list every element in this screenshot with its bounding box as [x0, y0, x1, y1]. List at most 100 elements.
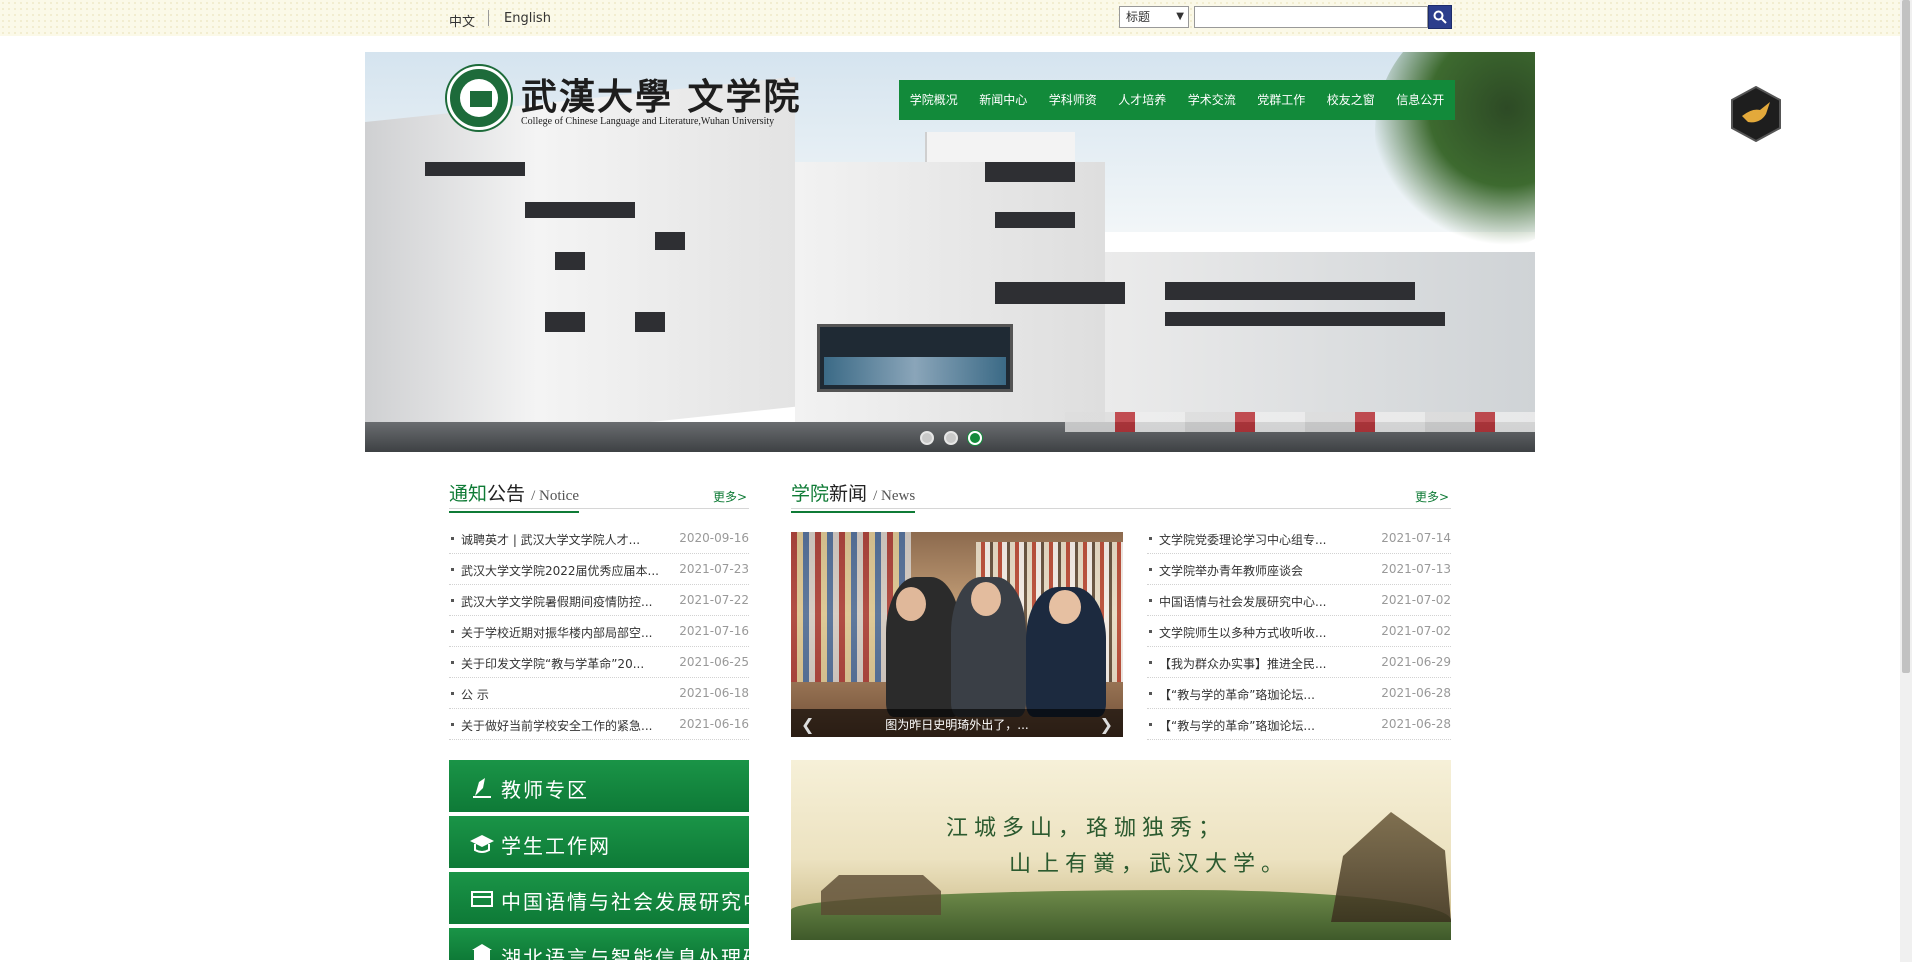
- news-more-link[interactable]: 更多>: [1415, 488, 1449, 505]
- nav-item-news-center[interactable]: 新闻中心: [969, 80, 1039, 120]
- nav-item-alumni[interactable]: 校友之窗: [1316, 80, 1386, 120]
- list-item-date: 2021-07-23: [679, 562, 749, 576]
- lang-english-link[interactable]: English: [504, 11, 551, 26]
- nav-item-party-work[interactable]: 党群工作: [1247, 80, 1317, 120]
- list-item-title[interactable]: 【“教与学的革命”珞珈论坛...: [1159, 717, 1315, 734]
- quicklink-label: 学生工作网: [501, 834, 611, 858]
- lang-divider: [488, 10, 489, 26]
- bullet-icon: [451, 537, 454, 540]
- list-item-title[interactable]: 武汉大学文学院暑假期间疫情防控...: [461, 593, 652, 610]
- list-item[interactable]: 关于印发文学院“教与学革命”20... 2021-06-25: [449, 647, 749, 678]
- list-item-title[interactable]: 关于学校近期对振华楼内部局部空...: [461, 624, 652, 641]
- list-item-title[interactable]: 文学院师生以多种方式收听收...: [1159, 624, 1326, 641]
- quicklink-teacher-zone[interactable]: 教师专区: [449, 760, 749, 814]
- notice-more-link[interactable]: 更多>: [713, 488, 747, 505]
- scrollbar-thumb[interactable]: [1902, 0, 1910, 673]
- quicklink-hubei-language-base[interactable]: 湖北语言与智能信息处理研究基地: [449, 928, 749, 962]
- bullet-icon: [1149, 692, 1152, 695]
- hero-window: [995, 282, 1125, 304]
- nav-item-info-disclosure[interactable]: 信息公开: [1386, 80, 1456, 120]
- hero-window: [985, 162, 1075, 182]
- list-item-date: 2021-07-02: [1381, 593, 1451, 607]
- hero-led-screen: [817, 324, 1013, 392]
- search-icon: [1433, 10, 1447, 24]
- slide-indicators: [920, 431, 982, 445]
- notice-title: 通知公告 / Notice: [449, 479, 579, 513]
- book-icon: [471, 891, 493, 907]
- logo-subtitle: College of Chinese Language and Literatu…: [521, 116, 775, 127]
- list-item[interactable]: 公 示 2021-06-18: [449, 678, 749, 709]
- list-item[interactable]: 武汉大学文学院暑假期间疫情防控... 2021-07-22: [449, 585, 749, 616]
- building-icon: [472, 944, 492, 960]
- list-item-title[interactable]: 文学院党委理论学习中心组专...: [1159, 531, 1326, 548]
- list-item-title[interactable]: 武汉大学文学院2022届优秀应届本...: [461, 562, 659, 579]
- campus-poem-banner[interactable]: 江城多山，珞珈独秀； 山上有黉，武汉大学。: [791, 760, 1451, 940]
- quicklink-label: 中国语情与社会发展研究中心: [501, 890, 787, 914]
- list-item-title[interactable]: 公 示: [461, 686, 489, 703]
- slide-dot-1[interactable]: [920, 431, 934, 445]
- quicklink-language-research-center[interactable]: 中国语情与社会发展研究中心: [449, 872, 785, 926]
- news-photo-slider[interactable]: ❮ 图为昨日史明琦外出了，... ❯: [791, 532, 1123, 737]
- list-item-date: 2021-07-16: [679, 624, 749, 638]
- list-item-title[interactable]: 诚聘英才 | 武汉大学文学院人才...: [461, 531, 640, 548]
- list-item[interactable]: 武汉大学文学院2022届优秀应届本... 2021-07-23: [449, 554, 749, 585]
- bullet-icon: [451, 661, 454, 664]
- list-item-date: 2021-06-18: [679, 686, 749, 700]
- site-logo[interactable]: 武漢大學 文学院 College of Chinese Language and…: [447, 66, 800, 132]
- quicklink-label: 教师专区: [501, 778, 589, 802]
- nav-item-about[interactable]: 学院概况: [899, 80, 969, 120]
- list-item-title[interactable]: 关于印发文学院“教与学革命”20...: [461, 655, 644, 672]
- list-item[interactable]: 诚聘英才 | 武汉大学文学院人才... 2020-09-16: [449, 523, 749, 554]
- list-item-date: 2021-07-02: [1381, 624, 1451, 638]
- slide-dot-2[interactable]: [944, 431, 958, 445]
- search-input[interactable]: [1194, 6, 1428, 28]
- graduation-cap-icon: [470, 835, 494, 853]
- hero-window: [655, 232, 685, 250]
- quicklink-student-work[interactable]: 学生工作网: [449, 816, 749, 870]
- bird-badge-icon[interactable]: [1730, 86, 1782, 142]
- bullet-icon: [1149, 568, 1152, 571]
- notice-header: 通知公告 / Notice 更多>: [449, 479, 749, 513]
- page-scrollbar[interactable]: [1900, 0, 1912, 962]
- quicklink-label: 湖北语言与智能信息处理研究基地: [501, 946, 749, 962]
- news-photo-caption-bar: ❮ 图为昨日史明琦外出了，... ❯: [791, 709, 1123, 737]
- hero-banner: 武漢大學 文学院 College of Chinese Language and…: [365, 52, 1535, 452]
- list-item[interactable]: 关于学校近期对振华楼内部局部空... 2021-07-16: [449, 616, 749, 647]
- slide-dot-3[interactable]: [968, 431, 982, 445]
- list-item[interactable]: 中国语情与社会发展研究中心... 2021-07-02: [1147, 585, 1451, 616]
- list-item-title[interactable]: 文学院举办青年教师座谈会: [1159, 562, 1303, 579]
- hero-window: [525, 202, 635, 218]
- list-item-date: 2021-06-16: [679, 717, 749, 731]
- nav-item-education[interactable]: 人才培养: [1108, 80, 1178, 120]
- list-item-title[interactable]: 【我为群众办实事】推进全民...: [1159, 655, 1326, 672]
- notice-list: 诚聘英才 | 武汉大学文学院人才... 2020-09-16 武汉大学文学院2022…: [449, 523, 749, 740]
- list-item-title[interactable]: 关于做好当前学校安全工作的紧急...: [461, 717, 652, 734]
- list-item[interactable]: 文学院举办青年教师座谈会 2021-07-13: [1147, 554, 1451, 585]
- hero-window: [425, 162, 525, 176]
- chevron-right-icon[interactable]: ❯: [1100, 715, 1113, 734]
- bullet-icon: [451, 630, 454, 633]
- list-item[interactable]: 关于做好当前学校安全工作的紧急... 2021-06-16: [449, 709, 749, 740]
- banner-poem-line-2: 山上有黉，武汉大学。: [1009, 852, 1290, 877]
- hero-window: [995, 212, 1075, 228]
- search-scope-value: 标题: [1126, 10, 1151, 24]
- lang-chinese-link[interactable]: 中文: [449, 11, 475, 30]
- nav-item-faculty[interactable]: 学科师资: [1038, 80, 1108, 120]
- list-item-title[interactable]: 【“教与学的革命”珞珈论坛...: [1159, 686, 1315, 703]
- university-emblem-icon: [447, 66, 511, 130]
- list-item[interactable]: 【“教与学的革命”珞珈论坛... 2021-06-28: [1147, 678, 1451, 709]
- news-photo-caption[interactable]: 图为昨日史明琦外出了，...: [791, 716, 1123, 733]
- list-item-date: 2021-06-28: [1381, 717, 1451, 731]
- list-item[interactable]: 【“教与学的革命”珞珈论坛... 2021-06-28: [1147, 709, 1451, 740]
- list-item[interactable]: 【我为群众办实事】推进全民... 2021-06-29: [1147, 647, 1451, 678]
- search-button[interactable]: [1428, 5, 1452, 29]
- main-nav: 学院概况 新闻中心 学科师资 人才培养 学术交流 党群工作 校友之窗 信息公开: [899, 80, 1455, 120]
- banner-pavilion: [1331, 812, 1451, 922]
- list-item-date: 2021-07-22: [679, 593, 749, 607]
- photo-face: [1049, 590, 1081, 624]
- list-item-title[interactable]: 中国语情与社会发展研究中心...: [1159, 593, 1326, 610]
- list-item[interactable]: 文学院师生以多种方式收听收... 2021-07-02: [1147, 616, 1451, 647]
- search-scope-select[interactable]: 标题 ▼: [1119, 6, 1189, 28]
- list-item[interactable]: 文学院党委理论学习中心组专... 2021-07-14: [1147, 523, 1451, 554]
- nav-item-academic-exchange[interactable]: 学术交流: [1177, 80, 1247, 120]
